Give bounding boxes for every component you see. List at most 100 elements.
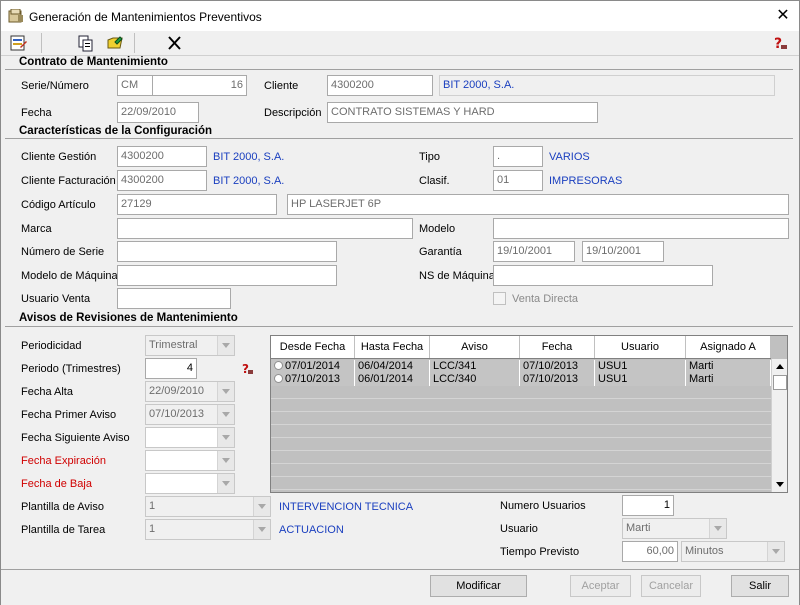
- garantia-hasta-field[interactable]: 19/10/2001: [582, 241, 664, 262]
- cliente-code-field[interactable]: 4300200: [327, 75, 433, 96]
- usuario-value: Marti: [626, 522, 651, 534]
- descripcion-label: Descripción: [264, 107, 322, 119]
- plantilla-aviso-select[interactable]: 1: [145, 496, 271, 517]
- marca-label: Marca: [21, 223, 52, 235]
- tiempo-unidad-value: Minutos: [685, 545, 724, 557]
- scroll-thumb[interactable]: [773, 375, 787, 390]
- section-contrato-heading: Contrato de Mantenimiento: [19, 56, 168, 68]
- aceptar-button[interactable]: Aceptar: [570, 575, 631, 597]
- articulo-descripcion-field[interactable]: HP LASERJET 6P: [287, 194, 789, 215]
- empty-row: [271, 425, 771, 438]
- numero-serie-label: Número de Serie: [21, 246, 105, 258]
- salir-button[interactable]: Salir: [731, 575, 789, 597]
- usuario-venta-field[interactable]: [117, 288, 231, 309]
- chevron-down-icon: [767, 542, 784, 561]
- column-header[interactable]: Aviso: [430, 336, 520, 358]
- grid-cell: LCC/341: [430, 360, 520, 373]
- fecha-field[interactable]: 22/09/2010: [117, 102, 199, 123]
- cliente-gestion-code-field[interactable]: 4300200: [117, 146, 207, 167]
- plantilla-tarea-select[interactable]: 1: [145, 519, 271, 540]
- column-header[interactable]: Desde Fecha: [271, 336, 355, 358]
- fecha-baja-label: Fecha de Baja: [21, 478, 92, 490]
- numero-usuarios-field[interactable]: 1: [622, 495, 674, 516]
- column-header[interactable]: Usuario: [595, 336, 686, 358]
- modificar-button[interactable]: Modificar: [430, 575, 527, 597]
- modelo-maquina-field[interactable]: [117, 265, 337, 286]
- help-icon[interactable]: ?: [769, 32, 792, 54]
- venta-directa-label: Venta Directa: [512, 293, 579, 305]
- empty-row: [271, 451, 771, 464]
- empty-row: [271, 477, 771, 490]
- close-icon[interactable]: ✕: [772, 6, 794, 26]
- grid-cell: 07/10/2013: [520, 373, 595, 386]
- open-folder-icon[interactable]: [104, 32, 127, 54]
- garantia-desde-field[interactable]: 19/10/2001: [493, 241, 575, 262]
- numero-field[interactable]: 16: [152, 75, 247, 96]
- desde-fecha: 07/10/2013: [285, 373, 341, 385]
- divider: [5, 138, 793, 139]
- fecha-expiracion-select[interactable]: [145, 450, 235, 471]
- scroll-up-icon[interactable]: [772, 359, 787, 375]
- toolbar-separator: [134, 33, 135, 53]
- divider: [5, 326, 793, 327]
- fecha-siguiente-aviso-select[interactable]: [145, 427, 235, 448]
- column-header[interactable]: Fecha: [520, 336, 595, 358]
- cliente-facturacion-code-field[interactable]: 4300200: [117, 170, 207, 191]
- garantia-label: Garantía: [419, 246, 462, 258]
- fecha-alta-select[interactable]: 22/09/2010: [145, 381, 235, 402]
- tipo-name: VARIOS: [549, 151, 590, 163]
- usuario-select[interactable]: Marti: [622, 518, 727, 539]
- descripcion-field[interactable]: CONTRATO SISTEMAS Y HARD: [327, 102, 598, 123]
- scroll-down-icon[interactable]: [772, 477, 787, 492]
- fecha-alta-label: Fecha Alta: [21, 386, 73, 398]
- toolbar: ?: [1, 31, 799, 56]
- cancelar-button[interactable]: Cancelar: [641, 575, 701, 597]
- chevron-down-icon: [253, 497, 270, 516]
- column-header[interactable]: Hasta Fecha: [355, 336, 430, 358]
- column-header[interactable]: Asignado A: [686, 336, 771, 358]
- numero-usuarios-label: Numero Usuarios: [500, 500, 586, 512]
- table-row[interactable]: 07/10/2013 06/01/2014 LCC/340 07/10/2013…: [271, 373, 771, 386]
- periodicidad-select[interactable]: Trimestral: [145, 335, 235, 356]
- venta-directa-checkbox[interactable]: [493, 292, 506, 305]
- main-window: Generación de Mantenimientos Preventivos…: [0, 0, 800, 605]
- ns-maquina-label: NS de Máquina: [419, 270, 495, 282]
- tipo-code-field[interactable]: .: [493, 146, 543, 167]
- grid-cell: 07/10/2013: [520, 360, 595, 373]
- numero-serie-field[interactable]: [117, 241, 337, 262]
- grid-cell: 06/01/2014: [355, 373, 430, 386]
- fecha-primer-aviso-select[interactable]: 07/10/2013: [145, 404, 235, 425]
- copy-icon[interactable]: [74, 32, 97, 54]
- tiempo-previsto-label: Tiempo Previsto: [500, 546, 580, 558]
- fecha-alta-value: 22/09/2010: [149, 385, 205, 397]
- cliente-gestion-name: BIT 2000, S.A.: [213, 151, 285, 163]
- fecha-expiracion-label: Fecha Expiración: [21, 455, 106, 467]
- codigo-articulo-field[interactable]: 27129: [117, 194, 277, 215]
- periodicidad-value: Trimestral: [149, 339, 198, 351]
- fecha-baja-select[interactable]: [145, 473, 235, 494]
- vertical-scrollbar[interactable]: [771, 359, 787, 492]
- title-bar: Generación de Mantenimientos Preventivos…: [1, 1, 799, 31]
- periodo-field[interactable]: 4: [145, 358, 197, 379]
- periodo-label: Periodo (Trimestres): [21, 363, 121, 375]
- marca-field[interactable]: [117, 218, 413, 239]
- serie-field[interactable]: CM: [117, 75, 153, 96]
- table-row[interactable]: 07/01/2014 06/04/2014 LCC/341 07/10/2013…: [271, 360, 771, 373]
- grid-cell: Marti: [686, 373, 771, 386]
- cliente-name-field: BIT 2000, S.A.: [439, 75, 775, 96]
- ns-maquina-field[interactable]: [493, 265, 713, 286]
- plantilla-tarea-name: ACTUACION: [279, 524, 344, 536]
- document-edit-icon[interactable]: [7, 32, 30, 54]
- divider: [5, 69, 793, 70]
- svg-text:?: ?: [242, 362, 249, 376]
- clasif-name: IMPRESORAS: [549, 175, 623, 187]
- modelo-field[interactable]: [493, 218, 789, 239]
- delete-x-icon[interactable]: [163, 32, 186, 54]
- clasif-code-field[interactable]: 01: [493, 170, 543, 191]
- grid-cell: USU1: [595, 373, 686, 386]
- tiempo-unidad-select[interactable]: Minutos: [681, 541, 785, 562]
- app-icon: [8, 9, 23, 23]
- help-icon[interactable]: ?: [239, 361, 255, 377]
- avisos-grid[interactable]: Desde Fecha Hasta Fecha Aviso Fecha Usua…: [270, 335, 788, 493]
- tiempo-previsto-field[interactable]: 60,00: [622, 541, 678, 562]
